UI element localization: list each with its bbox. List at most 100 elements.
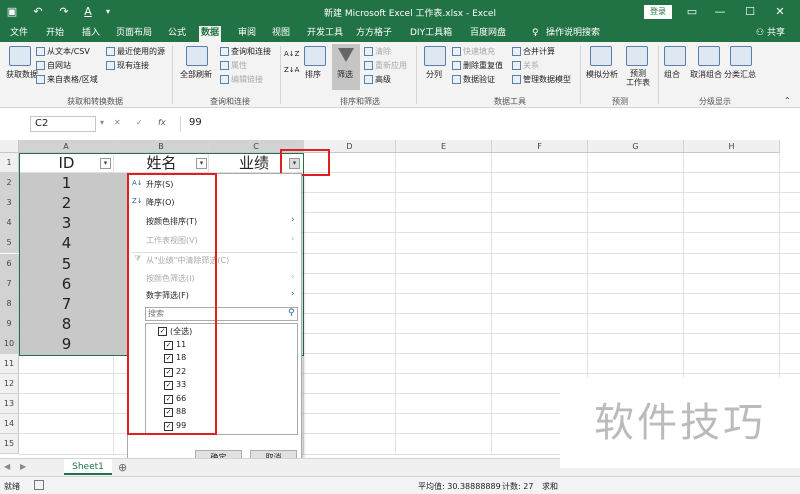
row-header-15[interactable]: 15 <box>0 434 19 455</box>
from-table-button[interactable]: 来自表格/区域 <box>36 74 98 85</box>
recent-sources-button[interactable]: 最近使用的源 <box>106 46 165 57</box>
add-sheet-icon[interactable]: ⊕ <box>118 461 127 474</box>
whatif-button[interactable]: 模拟分析 <box>586 69 618 80</box>
get-data-button[interactable]: 获取数据 <box>6 69 38 80</box>
tab-view[interactable]: 视图 <box>270 26 292 42</box>
enter-icon[interactable]: ✓ <box>136 118 143 127</box>
cell-c1[interactable]: 业绩 <box>209 153 289 173</box>
cell-a2[interactable]: 1 <box>19 173 114 193</box>
macro-record-icon[interactable] <box>34 480 44 490</box>
sort-az-icon[interactable]: A↓Z <box>284 50 299 58</box>
properties-button[interactable]: 属性 <box>220 60 247 71</box>
select-all-corner[interactable] <box>0 140 19 153</box>
forecast-sheet-button[interactable]: 预测 工作表 <box>626 69 650 87</box>
ribbon-options-icon[interactable]: ▭ <box>684 4 700 20</box>
save-icon[interactable]: ▣ <box>4 4 20 20</box>
tab-diy[interactable]: DIY工具箱 <box>408 26 454 42</box>
row-header-1[interactable]: 1 <box>0 153 19 174</box>
filter-dropdown-a[interactable]: ▾ <box>100 158 111 169</box>
advanced-button[interactable]: 高级 <box>364 74 391 85</box>
font-color-icon[interactable]: A <box>80 4 96 20</box>
sort-za-icon[interactable]: Z↓A <box>284 66 299 74</box>
tab-ffgz[interactable]: 方方格子 <box>354 26 394 42</box>
tab-home[interactable]: 开始 <box>44 26 66 42</box>
collapse-ribbon-icon[interactable]: ⌃ <box>784 96 791 105</box>
row-header-11[interactable]: 11 <box>0 354 19 375</box>
column-header-h[interactable]: H <box>684 140 780 153</box>
row-header-5[interactable]: 5 <box>0 233 19 254</box>
name-box[interactable]: C2 <box>30 116 96 132</box>
tab-data[interactable]: 数据 <box>199 26 222 42</box>
tab-review[interactable]: 审阅 <box>236 26 258 42</box>
filter-dropdown-b[interactable]: ▾ <box>196 158 207 169</box>
cell-a7[interactable]: 6 <box>19 274 114 294</box>
share-button[interactable]: ⚇ 共享 <box>756 26 792 40</box>
column-header-f[interactable]: F <box>492 140 588 153</box>
redo-icon[interactable]: ↷ <box>56 4 72 20</box>
row-header-2[interactable]: 2 <box>0 173 19 194</box>
formula-input[interactable]: 99 <box>180 116 800 132</box>
tab-file[interactable]: 文件 <box>8 26 30 42</box>
cell-a8[interactable]: 7 <box>19 294 114 314</box>
relationships-button[interactable]: 关系 <box>512 60 539 71</box>
tab-baidu[interactable]: 百度网盘 <box>468 26 508 42</box>
minimize-icon[interactable]: — <box>712 4 728 20</box>
tab-insert[interactable]: 插入 <box>80 26 102 42</box>
from-text-button[interactable]: 从文本/CSV <box>36 46 90 57</box>
consolidate-button[interactable]: 合并计算 <box>512 46 555 57</box>
row-header-13[interactable]: 13 <box>0 394 19 415</box>
refresh-all-button[interactable]: 全部刷新 <box>180 69 212 80</box>
row-header-9[interactable]: 9 <box>0 313 19 334</box>
column-header-e[interactable]: E <box>396 140 492 153</box>
row-header-4[interactable]: 4 <box>0 213 19 234</box>
row-header-3[interactable]: 3 <box>0 193 19 214</box>
tab-formulas[interactable]: 公式 <box>166 26 188 42</box>
cell-a5[interactable]: 4 <box>19 233 114 253</box>
cell-a4[interactable]: 3 <box>19 213 114 233</box>
from-web-button[interactable]: 自网站 <box>36 60 71 71</box>
column-header-g[interactable]: G <box>588 140 684 153</box>
tell-me-search[interactable]: 操作说明搜索 <box>544 26 602 42</box>
flash-fill-button[interactable]: 快速填充 <box>452 46 495 57</box>
close-icon[interactable]: ✕ <box>772 4 788 20</box>
remove-duplicates-button[interactable]: 删除重复值 <box>452 60 503 71</box>
edit-links-button[interactable]: 编辑链接 <box>220 74 263 85</box>
cell-a3[interactable]: 2 <box>19 193 114 213</box>
login-button[interactable]: 登录 <box>644 5 672 19</box>
insert-function-icon[interactable]: fx <box>158 118 166 127</box>
row-header-6[interactable]: 6 <box>0 253 19 274</box>
undo-icon[interactable]: ↶ <box>30 4 46 20</box>
row-header-12[interactable]: 12 <box>0 374 19 395</box>
cell-a9[interactable]: 8 <box>19 314 114 334</box>
name-box-dropdown-icon[interactable]: ▾ <box>100 118 104 127</box>
ungroup-button[interactable]: 取消组合 <box>690 69 722 80</box>
split-button[interactable]: 分列 <box>426 69 442 80</box>
subtotal-button[interactable]: 分类汇总 <box>724 69 756 80</box>
existing-connections-button[interactable]: 现有连接 <box>106 60 149 71</box>
customize-toolbar-icon[interactable]: ▾ <box>100 4 116 20</box>
data-validation-button[interactable]: 数据验证 <box>452 74 495 85</box>
tab-developer[interactable]: 开发工具 <box>305 26 345 42</box>
prev-sheet-icon[interactable]: ◀ <box>4 462 10 471</box>
sheet-tab-sheet1[interactable]: Sheet1 <box>64 459 112 475</box>
cell-a6[interactable]: 5 <box>19 254 114 274</box>
row-header-8[interactable]: 8 <box>0 293 19 314</box>
cancel-icon[interactable]: ✕ <box>114 118 121 127</box>
sort-button[interactable]: 排序 <box>305 69 321 80</box>
maximize-icon[interactable]: ☐ <box>742 4 758 20</box>
queries-connections-button[interactable]: 查询和连接 <box>220 46 271 57</box>
row-header-10[interactable]: 10 <box>0 333 19 354</box>
clear-button[interactable]: 清除 <box>364 46 391 57</box>
tab-page-layout[interactable]: 页面布局 <box>114 26 154 42</box>
reapply-button[interactable]: 重新应用 <box>364 60 407 71</box>
row-header-7[interactable]: 7 <box>0 273 19 294</box>
next-sheet-icon[interactable]: ▶ <box>20 462 26 471</box>
cell-b1[interactable]: 姓名 <box>114 153 209 173</box>
column-header-b[interactable]: B <box>114 140 209 153</box>
cell-a10[interactable]: 9 <box>19 334 114 354</box>
column-header-a[interactable]: A <box>19 140 114 153</box>
row-header-14[interactable]: 14 <box>0 414 19 435</box>
filter-button[interactable]: 筛选 <box>332 44 360 90</box>
manage-data-model-button[interactable]: 管理数据模型 <box>512 74 571 85</box>
group-button[interactable]: 组合 <box>664 69 680 80</box>
